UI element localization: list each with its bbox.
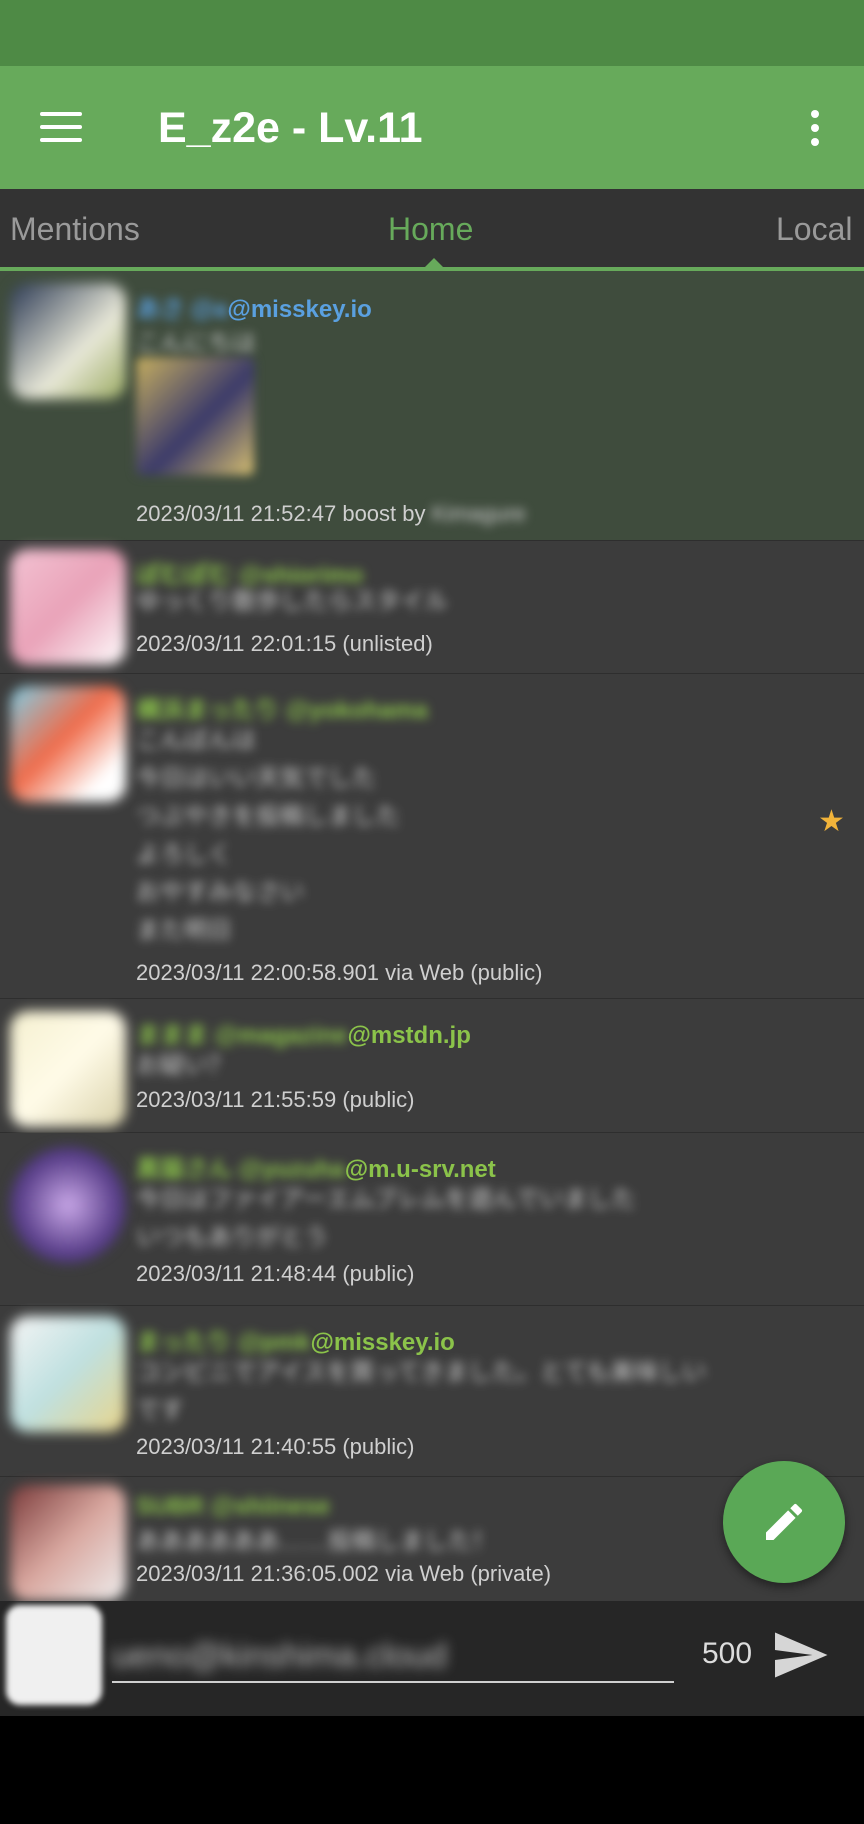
- post-image[interactable]: [136, 357, 254, 475]
- author-name: まったり @pmk: [136, 1329, 311, 1356]
- post-timestamp: 2023/03/11 21:48:44 (public): [136, 1261, 415, 1286]
- post-text: こんばんは 今日はいい天気でした つぶやきを投稿しました よろしく おやすみなさ…: [136, 722, 846, 950]
- author-handle: @m.u-srv.net: [344, 1156, 496, 1183]
- avatar[interactable]: [10, 283, 126, 399]
- post-author[interactable]: 黒猫さん @yuzuha@m.u-srv.net: [136, 1149, 496, 1184]
- author-name: SUBR @shiinese: [136, 1493, 331, 1520]
- author-handle: @misskey.io: [227, 296, 372, 323]
- post-text-line: コンビニでアイスを買ってきました。とても美味しい: [136, 1359, 707, 1386]
- avatar[interactable]: [10, 1316, 126, 1432]
- post-meta: 2023/03/11 21:52:47 boost by Kimagure: [136, 501, 526, 527]
- pencil-icon: [766, 1503, 803, 1540]
- post-text-line: よろしく: [136, 841, 232, 868]
- post-input[interactable]: ueno@kinshima.cloud: [112, 1625, 674, 1683]
- post-timestamp: 2023/03/11 21:36:05.002 via Web (private…: [136, 1561, 552, 1586]
- avatar[interactable]: [10, 549, 126, 665]
- app-title: E_z2e - Lv.11: [158, 104, 423, 152]
- post-text-line: 今日はファイアーエムブレムを遊んでいました: [136, 1186, 636, 1213]
- tab-local[interactable]: Local: [776, 211, 853, 248]
- post-author[interactable]: ままま @magazine@mstdn.jp: [136, 1015, 471, 1050]
- menu-icon[interactable]: [40, 112, 82, 144]
- author-name: 黒猫さん @yuzuha: [136, 1156, 345, 1183]
- post-timestamp: 2023/03/11 22:00:58.901 via Web (public): [136, 960, 543, 985]
- post-author[interactable]: SUBR @shiinese: [136, 1493, 330, 1521]
- timeline[interactable]: あさ @a@misskey.io こんにちは 2023/03/11 21:52:…: [0, 271, 864, 1601]
- status-bar: [0, 0, 864, 66]
- more-options-icon[interactable]: [808, 110, 822, 150]
- quick-post-bar: ueno@kinshima.cloud 500: [0, 1601, 864, 1716]
- post-text-line: おやすみなさい: [136, 879, 304, 906]
- post-text-line: 今日はいい天気でした: [136, 765, 376, 792]
- post-timestamp: 2023/03/11 22:01:15 (unlisted): [136, 631, 433, 656]
- list-item[interactable]: 黒猫さん @yuzuha@m.u-srv.net 今日はファイアーエムブレムを遊…: [0, 1133, 864, 1306]
- list-item[interactable]: ままま @magazine@mstdn.jp お疑い？ 2023/03/11 2…: [0, 999, 864, 1133]
- post-author[interactable]: あさ @a@misskey.io: [136, 289, 372, 324]
- avatar[interactable]: [10, 1485, 126, 1601]
- author-handle: @mstdn.jp: [347, 1022, 471, 1049]
- tab-mentions[interactable]: Mentions: [10, 211, 140, 248]
- list-item[interactable]: まったり @pmk@misskey.io コンビニでアイスを買ってきました。とて…: [0, 1306, 864, 1477]
- post-text: コンビニでアイスを買ってきました。とても美味しい です: [136, 1354, 846, 1430]
- list-item[interactable]: 横浜まったり @yokohama こんばんは 今日はいい天気でした つぶやきを投…: [0, 674, 864, 999]
- post-text-line: いつもありがとう: [136, 1224, 328, 1251]
- send-button[interactable]: [770, 1625, 830, 1685]
- star-icon[interactable]: ★: [818, 804, 845, 839]
- avatar[interactable]: [10, 1011, 126, 1127]
- char-count: 500: [702, 1637, 753, 1670]
- post-text: 今日はファイアーエムブレムを遊んでいました いつもありがとう: [136, 1181, 846, 1257]
- compose-fab[interactable]: [723, 1461, 845, 1583]
- tab-home[interactable]: Home: [388, 211, 473, 248]
- author-handle: @misskey.io: [310, 1329, 455, 1356]
- post-text: ゆっくり散歩したらスタイル: [136, 588, 448, 615]
- send-icon: [775, 1632, 828, 1678]
- post-timestamp: 2023/03/11 21:55:59 (public): [136, 1087, 415, 1112]
- author-name: ままま @magazine: [136, 1022, 348, 1049]
- timeline-tabs: Mentions Home Local: [0, 189, 864, 271]
- post-text: お疑い？: [136, 1052, 232, 1079]
- author-name: あさ @a: [136, 296, 228, 323]
- avatar[interactable]: [10, 686, 126, 802]
- post-text-line: また明日: [136, 917, 232, 944]
- account-avatar[interactable]: [6, 1605, 102, 1705]
- author-name: 横浜まったり @yokohama: [136, 697, 428, 724]
- list-item[interactable]: ぽむぽむ @shiorimo ゆっくり散歩したらスタイル 2023/03/11 …: [0, 541, 864, 674]
- post-text-line: つぶやきを投稿しました: [136, 803, 400, 830]
- post-timestamp: 2023/03/11 21:40:55 (public): [136, 1434, 415, 1459]
- app-bar: E_z2e - Lv.11: [0, 66, 864, 189]
- post-text-line: こんばんは: [136, 727, 256, 754]
- post-author[interactable]: まったり @pmk@misskey.io: [136, 1322, 455, 1357]
- post-timestamp: 2023/03/11 21:52:47 boost by: [136, 501, 426, 526]
- avatar[interactable]: [10, 1147, 126, 1263]
- post-input-text: ueno@kinshima.cloud: [112, 1637, 448, 1675]
- post-author[interactable]: 横浜まったり @yokohama: [136, 690, 428, 725]
- post-text-line: です: [136, 1397, 184, 1424]
- tab-indicator: [425, 258, 443, 267]
- boost-by-user[interactable]: Kimagure: [432, 501, 526, 527]
- list-item[interactable]: あさ @a@misskey.io こんにちは 2023/03/11 21:52:…: [0, 271, 864, 541]
